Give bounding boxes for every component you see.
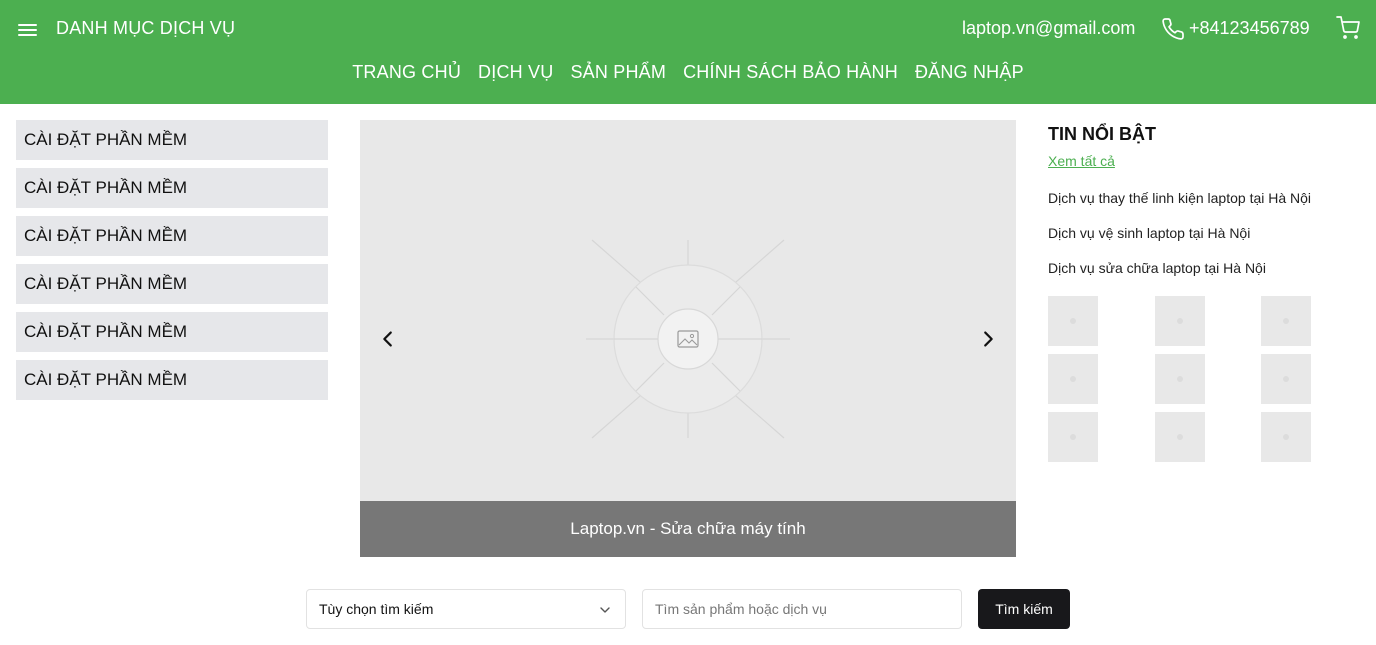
news-thumbnail[interactable] [1155,354,1205,404]
news-item[interactable]: Dịch vụ vệ sinh laptop tại Hà Nội [1048,225,1348,241]
sidebar-item-install-software[interactable]: CÀI ĐẶT PHẦN MỀM [16,264,328,304]
hero-carousel: Laptop.vn - Sửa chữa máy tính [360,120,1016,557]
news-thumbnail[interactable] [1261,296,1311,346]
image-placeholder-icon [586,239,790,439]
sidebar-item-install-software[interactable]: CÀI ĐẶT PHẦN MỀM [16,216,328,256]
service-sidebar: CÀI ĐẶT PHẦN MỀM CÀI ĐẶT PHẦN MỀM CÀI ĐẶ… [16,120,328,408]
nav-item-warranty-policy[interactable]: CHÍNH SÁCH BẢO HÀNH [683,62,898,82]
news-thumbnail[interactable] [1261,354,1311,404]
view-all-link[interactable]: Xem tất cả [1048,153,1115,169]
carousel-caption: Laptop.vn - Sửa chữa máy tính [360,501,1016,557]
nav-item-login[interactable]: ĐĂNG NHẬP [915,62,1024,82]
hamburger-menu-icon[interactable] [18,21,38,39]
nav-item-home[interactable]: TRANG CHỦ [352,62,461,82]
news-thumbnail[interactable] [1155,412,1205,462]
news-item[interactable]: Dịch vụ thay thế linh kiện laptop tại Hà… [1048,190,1348,206]
news-item[interactable]: Dịch vụ sửa chữa laptop tại Hà Nội [1048,260,1348,276]
news-thumbnail[interactable] [1048,354,1098,404]
phone-icon [1162,18,1184,40]
search-option-label: Tùy chọn tìm kiếm [319,601,434,617]
contact-email[interactable]: laptop.vn@gmail.com [962,18,1135,39]
chevron-down-icon [600,607,610,613]
sidebar-item-install-software[interactable]: CÀI ĐẶT PHẦN MỀM [16,360,328,400]
sidebar-item-install-software[interactable]: CÀI ĐẶT PHẦN MỀM [16,168,328,208]
sidebar-item-install-software[interactable]: CÀI ĐẶT PHẦN MỀM [16,312,328,352]
search-button[interactable]: Tìm kiếm [978,589,1070,629]
news-heading: TIN NỔI BẬT [1048,124,1156,144]
news-thumbnail[interactable] [1261,412,1311,462]
nav-item-products[interactable]: SẢN PHẨM [570,62,666,82]
search-option-select[interactable]: Tùy chọn tìm kiếm [306,589,626,629]
news-thumbnail[interactable] [1048,412,1098,462]
main-nav: TRANG CHỦ DỊCH VỤ SẢN PHẨM CHÍNH SÁCH BẢ… [0,62,1376,83]
chevron-right-icon[interactable] [977,328,999,350]
contact-phone[interactable]: +84123456789 [1189,18,1310,39]
service-category-title[interactable]: DANH MỤC DỊCH VỤ [56,18,235,39]
news-thumbnail[interactable] [1155,296,1205,346]
nav-item-services[interactable]: DỊCH VỤ [478,62,553,82]
sidebar-item-install-software[interactable]: CÀI ĐẶT PHẦN MỀM [16,120,328,160]
site-header: DANH MỤC DỊCH VỤ laptop.vn@gmail.com +84… [0,0,1376,104]
featured-news: TIN NỔI BẬT Xem tất cả Dịch vụ thay thế … [1048,120,1348,462]
search-input[interactable] [642,589,962,629]
news-thumbnail[interactable] [1048,296,1098,346]
chevron-left-icon[interactable] [377,328,399,350]
shopping-cart-icon[interactable] [1336,16,1360,40]
news-thumbnail-grid [1048,296,1348,466]
